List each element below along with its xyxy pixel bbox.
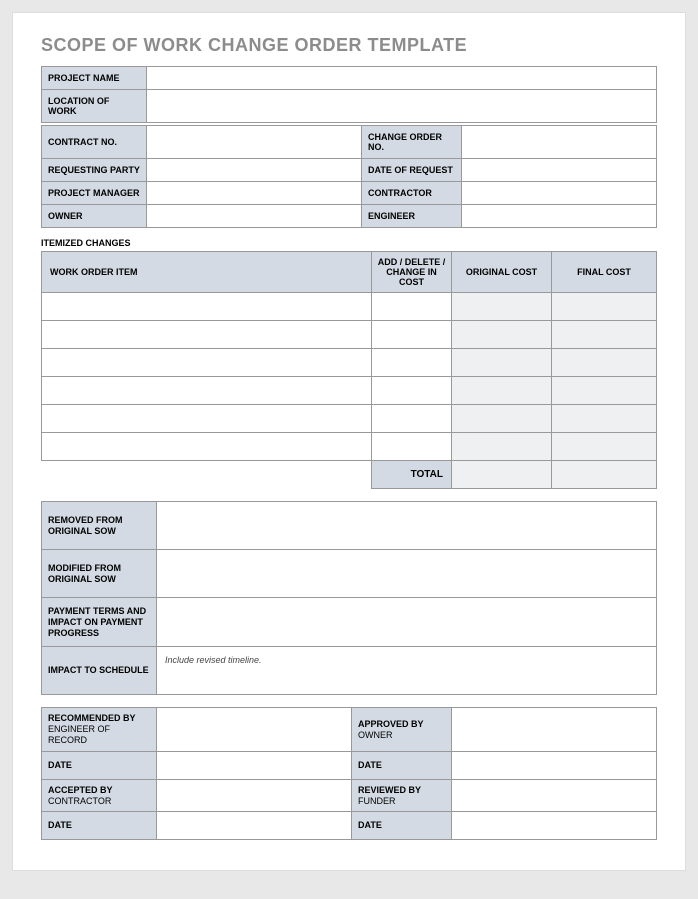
date-field[interactable]	[157, 751, 352, 779]
change-cell[interactable]	[372, 349, 452, 377]
original-cell[interactable]	[452, 377, 552, 405]
modified-field[interactable]	[157, 550, 657, 598]
location-field[interactable]	[147, 90, 657, 123]
date-label: DATE	[42, 751, 157, 779]
item-cell[interactable]	[42, 349, 372, 377]
requesting-party-field[interactable]	[147, 159, 362, 182]
col-add-delete: ADD / DELETE / CHANGE IN COST	[372, 252, 452, 293]
approved-field[interactable]	[452, 708, 657, 751]
change-cell[interactable]	[372, 405, 452, 433]
change-cell[interactable]	[372, 321, 452, 349]
approved-label: APPROVED BY OWNER	[352, 708, 452, 751]
item-cell[interactable]	[42, 377, 372, 405]
project-name-label: PROJECT NAME	[42, 67, 147, 90]
date-label: DATE	[42, 812, 157, 840]
date-of-request-field[interactable]	[462, 159, 657, 182]
contract-no-label: CONTRACT NO.	[42, 126, 147, 159]
contractor-field[interactable]	[462, 182, 657, 205]
owner-label: OWNER	[42, 205, 147, 228]
project-manager-field[interactable]	[147, 182, 362, 205]
accepted-label: ACCEPTED BY CONTRACTOR	[42, 779, 157, 812]
original-cell[interactable]	[452, 293, 552, 321]
recommended-field[interactable]	[157, 708, 352, 751]
change-cell[interactable]	[372, 293, 452, 321]
original-cell[interactable]	[452, 349, 552, 377]
reviewed-label: REVIEWED BY FUNDER	[352, 779, 452, 812]
final-cell[interactable]	[552, 293, 657, 321]
item-cell[interactable]	[42, 433, 372, 461]
date-field[interactable]	[452, 812, 657, 840]
itemized-section-title: ITEMIZED CHANGES	[41, 238, 657, 248]
item-cell[interactable]	[42, 405, 372, 433]
original-cell[interactable]	[452, 321, 552, 349]
table-row	[42, 349, 657, 377]
total-label: TOTAL	[372, 461, 452, 489]
owner-field[interactable]	[147, 205, 362, 228]
schedule-label: IMPACT TO SCHEDULE	[42, 647, 157, 695]
removed-field[interactable]	[157, 502, 657, 550]
change-cell[interactable]	[372, 377, 452, 405]
original-cell[interactable]	[452, 405, 552, 433]
reviewed-field[interactable]	[452, 779, 657, 812]
payment-label: PAYMENT TERMS AND IMPACT ON PAYMENT PROG…	[42, 598, 157, 647]
total-row: TOTAL	[42, 461, 657, 489]
date-of-request-label: DATE OF REQUEST	[362, 159, 462, 182]
total-final	[552, 461, 657, 489]
final-cell[interactable]	[552, 377, 657, 405]
col-final: FINAL COST	[552, 252, 657, 293]
page-title: SCOPE OF WORK CHANGE ORDER TEMPLATE	[41, 35, 657, 56]
table-row	[42, 433, 657, 461]
notes-table: REMOVED FROM ORIGINAL SOW MODIFIED FROM …	[41, 501, 657, 695]
final-cell[interactable]	[552, 405, 657, 433]
modified-label: MODIFIED FROM ORIGINAL SOW	[42, 550, 157, 598]
item-cell[interactable]	[42, 293, 372, 321]
item-cell[interactable]	[42, 321, 372, 349]
accepted-field[interactable]	[157, 779, 352, 812]
project-name-field[interactable]	[147, 67, 657, 90]
signatures-table: RECOMMENDED BY ENGINEER OF RECORD APPROV…	[41, 707, 657, 840]
project-manager-label: PROJECT MANAGER	[42, 182, 147, 205]
change-cell[interactable]	[372, 433, 452, 461]
engineer-field[interactable]	[462, 205, 657, 228]
header-table-2: CONTRACT NO. CHANGE ORDER NO. REQUESTING…	[41, 125, 657, 228]
date-label: DATE	[352, 751, 452, 779]
document-page: SCOPE OF WORK CHANGE ORDER TEMPLATE PROJ…	[12, 12, 686, 871]
table-row	[42, 377, 657, 405]
itemized-table: WORK ORDER ITEM ADD / DELETE / CHANGE IN…	[41, 251, 657, 489]
final-cell[interactable]	[552, 433, 657, 461]
col-work-order: WORK ORDER ITEM	[42, 252, 372, 293]
final-cell[interactable]	[552, 349, 657, 377]
table-row	[42, 293, 657, 321]
schedule-field[interactable]: Include revised timeline.	[157, 647, 657, 695]
table-row	[42, 321, 657, 349]
engineer-label: ENGINEER	[362, 205, 462, 228]
date-label: DATE	[352, 812, 452, 840]
date-field[interactable]	[157, 812, 352, 840]
table-row	[42, 405, 657, 433]
contractor-label: CONTRACTOR	[362, 182, 462, 205]
removed-label: REMOVED FROM ORIGINAL SOW	[42, 502, 157, 550]
location-label: LOCATION OF WORK	[42, 90, 147, 123]
recommended-label: RECOMMENDED BY ENGINEER OF RECORD	[42, 708, 157, 751]
total-original	[452, 461, 552, 489]
header-table: PROJECT NAME LOCATION OF WORK	[41, 66, 657, 123]
change-order-no-field[interactable]	[462, 126, 657, 159]
requesting-party-label: REQUESTING PARTY	[42, 159, 147, 182]
payment-field[interactable]	[157, 598, 657, 647]
original-cell[interactable]	[452, 433, 552, 461]
col-original: ORIGINAL COST	[452, 252, 552, 293]
date-field[interactable]	[452, 751, 657, 779]
change-order-no-label: CHANGE ORDER NO.	[362, 126, 462, 159]
final-cell[interactable]	[552, 321, 657, 349]
contract-no-field[interactable]	[147, 126, 362, 159]
